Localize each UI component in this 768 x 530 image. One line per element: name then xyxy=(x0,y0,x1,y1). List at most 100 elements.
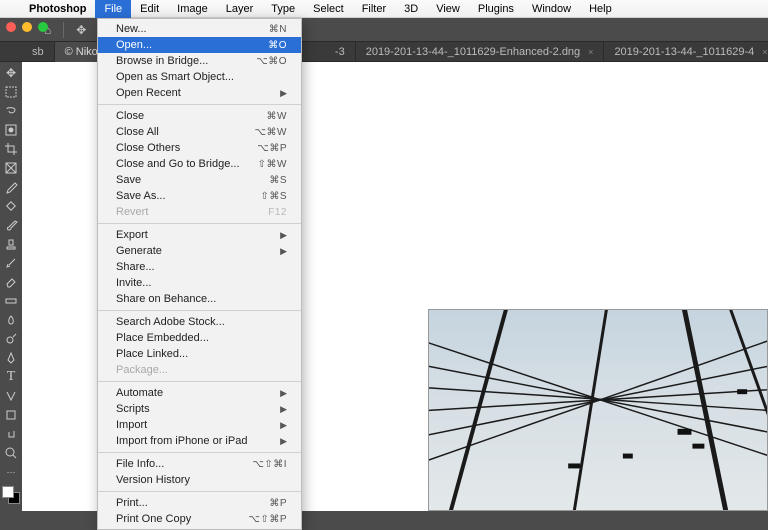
menu-filter[interactable]: Filter xyxy=(353,0,395,18)
menu-item-close-all[interactable]: Close All⌥⌘W xyxy=(98,124,301,140)
menu-item-open-as-smart-object[interactable]: Open as Smart Object... xyxy=(98,69,301,85)
history-brush-tool-icon[interactable] xyxy=(1,254,21,272)
eraser-tool-icon[interactable] xyxy=(1,273,21,291)
menu-item-search-adobe-stock[interactable]: Search Adobe Stock... xyxy=(98,314,301,330)
zoom-tool-icon[interactable] xyxy=(1,444,21,462)
menu-shortcut: ⌘W xyxy=(267,111,287,122)
menu-view[interactable]: View xyxy=(427,0,469,18)
selection-tool-icon[interactable] xyxy=(1,121,21,139)
menu-item-print-one-copy[interactable]: Print One Copy⌥⇧⌘P xyxy=(98,511,301,527)
submenu-arrow-icon: ▶ xyxy=(280,436,287,447)
path-tool-icon[interactable] xyxy=(1,387,21,405)
document-tab[interactable]: 2019-201-13-44-_1011629-4× xyxy=(604,42,768,62)
tab-label: -3 xyxy=(335,46,345,58)
menu-item-close-and-go-to-bridge[interactable]: Close and Go to Bridge...⇧⌘W xyxy=(98,156,301,172)
brush-tool-icon[interactable] xyxy=(1,216,21,234)
submenu-arrow-icon: ▶ xyxy=(280,404,287,415)
menu-item-open[interactable]: Open...⌘O xyxy=(98,37,301,53)
menu-item-close[interactable]: Close⌘W xyxy=(98,108,301,124)
type-tool-icon[interactable]: T xyxy=(1,368,21,386)
submenu-arrow-icon: ▶ xyxy=(280,230,287,241)
menu-help[interactable]: Help xyxy=(580,0,621,18)
close-window-icon[interactable] xyxy=(6,22,16,32)
menu-item-invite[interactable]: Invite... xyxy=(98,275,301,291)
color-swatches[interactable] xyxy=(2,486,20,504)
document-tab[interactable]: sb xyxy=(22,42,55,62)
gradient-tool-icon[interactable] xyxy=(1,292,21,310)
lasso-tool-icon[interactable] xyxy=(1,102,21,120)
dodge-tool-icon[interactable] xyxy=(1,330,21,348)
shape-tool-icon[interactable] xyxy=(1,406,21,424)
menu-item-import[interactable]: Import▶ xyxy=(98,417,301,433)
menu-item-import-from-iphone-or-ipad[interactable]: Import from iPhone or iPad▶ xyxy=(98,433,301,449)
zoom-window-icon[interactable] xyxy=(38,22,48,32)
menu-item-save-as[interactable]: Save As... ⇧⌘S xyxy=(98,188,301,204)
menu-item-browse-in-bridge[interactable]: Browse in Bridge...⌥⌘O xyxy=(98,53,301,69)
menu-item-label: Place Embedded... xyxy=(116,332,209,344)
menu-shortcut: ⌘N xyxy=(269,24,287,35)
menu-window[interactable]: Window xyxy=(523,0,580,18)
menu-item-label: Scripts xyxy=(116,403,150,415)
menu-item-open-recent[interactable]: Open Recent▶ xyxy=(98,85,301,101)
edit-toolbar-icon[interactable]: ⋯ xyxy=(1,463,21,481)
pen-tool-icon[interactable] xyxy=(1,349,21,367)
foreground-swatch[interactable] xyxy=(2,486,14,498)
menu-item-label: Search Adobe Stock... xyxy=(116,316,225,328)
menu-item-label: Open... xyxy=(116,39,152,51)
close-icon[interactable]: × xyxy=(588,47,593,57)
menu-item-share[interactable]: Share... xyxy=(98,259,301,275)
menu-shortcut: ⌘S xyxy=(269,175,287,186)
menu-item-label: Generate xyxy=(116,245,162,257)
menu-item-close-others[interactable]: Close Others⌥⌘P xyxy=(98,140,301,156)
minimize-window-icon[interactable] xyxy=(22,22,32,32)
menu-image[interactable]: Image xyxy=(168,0,217,18)
menu-separator xyxy=(98,310,301,311)
menu-shortcut: ⇧⌘S xyxy=(260,191,287,202)
menu-item-version-history[interactable]: Version History xyxy=(98,472,301,488)
menu-item-new[interactable]: New...⌘N xyxy=(98,21,301,37)
marquee-tool-icon[interactable] xyxy=(1,83,21,101)
menu-item-label: Save As... xyxy=(116,190,166,202)
window-traffic-lights xyxy=(6,22,48,32)
menu-item-share-on-behance[interactable]: Share on Behance... xyxy=(98,291,301,307)
menu-item-save[interactable]: Save⌘S xyxy=(98,172,301,188)
healing-tool-icon[interactable] xyxy=(1,197,21,215)
menu-type[interactable]: Type xyxy=(262,0,304,18)
close-icon[interactable]: × xyxy=(762,47,767,57)
menu-file[interactable]: File xyxy=(95,0,131,18)
menu-item-label: Revert xyxy=(116,206,148,218)
separator xyxy=(63,22,64,38)
menu-item-place-linked[interactable]: Place Linked... xyxy=(98,346,301,362)
menu-3d[interactable]: 3D xyxy=(395,0,427,18)
move-tool-icon[interactable]: ✥ xyxy=(72,23,90,37)
tab-label: 2019-201-13-44-_1011629-Enhanced-2.dng xyxy=(366,46,580,58)
menu-layer[interactable]: Layer xyxy=(217,0,263,18)
app-name[interactable]: Photoshop xyxy=(20,3,95,15)
tools-panel: ✥ T ⋯ xyxy=(0,62,22,511)
menu-select[interactable]: Select xyxy=(304,0,353,18)
menu-edit[interactable]: Edit xyxy=(131,0,168,18)
document-tab[interactable]: -3 xyxy=(325,42,356,62)
document-tab[interactable]: 2019-201-13-44-_1011629-Enhanced-2.dng × xyxy=(356,42,605,62)
menu-plugins[interactable]: Plugins xyxy=(469,0,523,18)
menu-item-label: Close Others xyxy=(116,142,180,154)
crop-tool-icon[interactable] xyxy=(1,140,21,158)
blur-tool-icon[interactable] xyxy=(1,311,21,329)
menu-item-place-embedded[interactable]: Place Embedded... xyxy=(98,330,301,346)
menu-item-file-info[interactable]: File Info...⌥⇧⌘I xyxy=(98,456,301,472)
menu-item-scripts[interactable]: Scripts ▶ xyxy=(98,401,301,417)
menu-item-label: Open Recent xyxy=(116,87,181,99)
stamp-tool-icon[interactable] xyxy=(1,235,21,253)
frame-tool-icon[interactable] xyxy=(1,159,21,177)
menu-item-generate[interactable]: Generate▶ xyxy=(98,243,301,259)
menu-item-label: Open as Smart Object... xyxy=(116,71,234,83)
menu-item-print[interactable]: Print...⌘P xyxy=(98,495,301,511)
menu-item-automate[interactable]: Automate▶ xyxy=(98,385,301,401)
move-tool-icon[interactable]: ✥ xyxy=(1,64,21,82)
eyedropper-tool-icon[interactable] xyxy=(1,178,21,196)
hand-tool-icon[interactable] xyxy=(1,425,21,443)
submenu-arrow-icon: ▶ xyxy=(280,420,287,431)
menu-separator xyxy=(98,223,301,224)
menu-item-export[interactable]: Export▶ xyxy=(98,227,301,243)
menu-shortcut: ⌘P xyxy=(269,498,287,509)
